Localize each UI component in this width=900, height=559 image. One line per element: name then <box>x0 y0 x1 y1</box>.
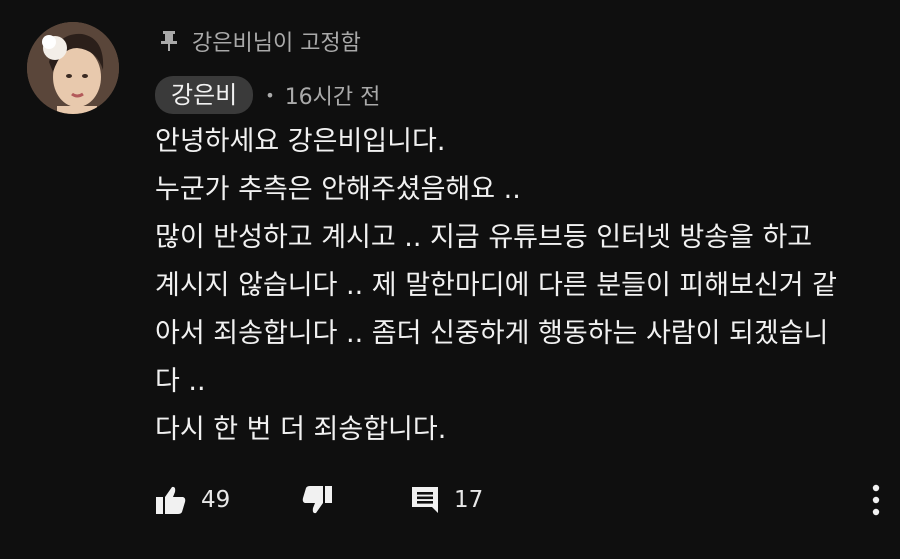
more-options-button[interactable] <box>871 484 881 520</box>
thumbs-down-icon <box>301 484 333 516</box>
avatar[interactable] <box>27 22 119 114</box>
like-count: 49 <box>201 487 231 513</box>
dislike-button[interactable] <box>301 478 333 522</box>
comment-line: 다시 한 번 더 죄송합니다. <box>155 414 447 445</box>
comment-line: 누군가 추측은 안해주셨음해요 .. <box>155 174 521 205</box>
separator-dot: • <box>265 85 275 105</box>
comment-icon <box>410 485 440 515</box>
reply-count: 17 <box>454 487 484 513</box>
comment-time[interactable]: 16시간 전 <box>285 79 381 111</box>
comment-line: 많이 반성하고 계시고 .. 지금 유튜브등 인터넷 방송을 하고 <box>155 222 813 253</box>
comment-text: 안녕하세요 강은비입니다. 누군가 추측은 안해주셨음해요 .. 많이 반성하고… <box>155 118 875 454</box>
like-button[interactable]: 49 <box>155 478 230 522</box>
comment-line: 안녕하세요 강은비입니다. <box>155 126 446 157</box>
thumbs-up-icon <box>155 484 187 516</box>
comment-line: 아서 죄송합니다 .. 좀더 신중하게 행동하는 사람이 되겠습니 <box>155 318 829 349</box>
comment-actions: 49 17 <box>155 478 895 522</box>
reply-button[interactable]: 17 <box>410 478 483 522</box>
comment-line: 계시지 않습니다 .. 제 말한마디에 다른 분들이 피해보신거 같 <box>155 270 837 301</box>
pin-icon <box>160 31 178 51</box>
more-vertical-icon <box>871 484 881 520</box>
comment-line: 다 .. <box>155 366 206 397</box>
comment-header: 강은비 • 16시간 전 <box>155 76 380 114</box>
author-name[interactable]: 강은비 <box>155 76 254 114</box>
avatar-photo <box>27 22 119 114</box>
pinned-text: 강은비님이 고정함 <box>192 31 361 56</box>
pinned-label: 강은비님이 고정함 <box>160 25 361 57</box>
